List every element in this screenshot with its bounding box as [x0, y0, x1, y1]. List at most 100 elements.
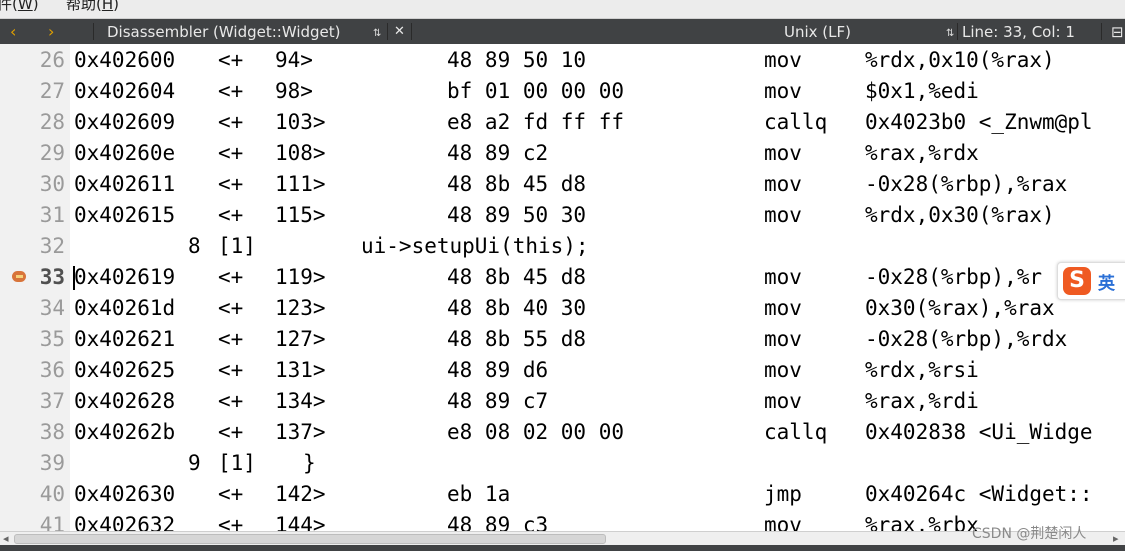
source-line-number: 8: [188, 234, 201, 258]
machine-code-bytes: 48 8b 45 d8: [447, 172, 587, 196]
code-line[interactable]: 31 0x402615 <+ 115> 48 89 50 30 mov %rdx,0x30(…: [0, 200, 1125, 231]
line-number[interactable]: 29: [0, 138, 65, 169]
line-number[interactable]: 37: [0, 386, 65, 417]
scrollbar-thumb[interactable]: [14, 534, 606, 544]
execution-marker-icon[interactable]: [12, 271, 26, 282]
source-file-ref: [1]: [218, 451, 256, 475]
instruction-address: 0x40260e: [74, 141, 176, 165]
machine-code-bytes: eb 1a: [447, 482, 511, 506]
toolbar-divider: [1101, 23, 1102, 40]
instruction-address: 0x402630: [74, 482, 176, 506]
operands: %rdx,0x30(%rax): [865, 203, 1055, 227]
mnemonic: mov: [764, 172, 802, 196]
line-number[interactable]: 33: [0, 262, 65, 293]
nav-forward-button[interactable]: ›: [48, 22, 54, 42]
ime-mode[interactable]: 英: [1098, 269, 1115, 294]
instruction-address: 0x402619: [74, 265, 176, 289]
code-line[interactable]: 38 0x40262b <+ 137> e8 08 02 00 00 callq 0x402…: [0, 417, 1125, 448]
instruction-address: 0x402628: [74, 389, 176, 413]
mnemonic: mov: [764, 203, 802, 227]
offset-value: 144>: [275, 513, 326, 531]
machine-code-bytes: e8 08 02 00 00: [447, 420, 625, 444]
bottom-panel-edge: [0, 545, 1125, 551]
operands: 0x4023b0 <_Znwm@pl: [865, 110, 1093, 134]
offset-value: 123>: [275, 296, 326, 320]
close-document-icon[interactable]: ✕: [394, 22, 405, 42]
offset-value: 137>: [275, 420, 326, 444]
code-line[interactable]: 37 0x402628 <+ 134> 48 89 c7 mov %rax,%rdi: [0, 386, 1125, 417]
offset-marker: <+: [218, 358, 244, 382]
code-line[interactable]: 40 0x402630 <+ 142> eb 1a jmp 0x40264c <Widget…: [0, 479, 1125, 510]
nav-back-button[interactable]: ‹: [10, 22, 16, 42]
line-number[interactable]: 30: [0, 169, 65, 200]
machine-code-bytes: 48 8b 40 30: [447, 296, 587, 320]
code-line[interactable]: 41 0x402632 <+ 144> 48 89 c3 mov %rax,%rbx: [0, 510, 1125, 531]
menu-file[interactable]: 文件(W): [0, 0, 39, 12]
code-line[interactable]: 32 8 [1] ui->setupUi(this);: [0, 231, 1125, 262]
line-number[interactable]: 28: [0, 107, 65, 138]
menu-bar: 文件(W) 帮助(H): [0, 0, 1125, 19]
document-dropdown-icon[interactable]: ⇅: [373, 24, 381, 44]
offset-marker: <+: [218, 203, 244, 227]
scroll-right-icon[interactable]: ▸: [1113, 532, 1119, 545]
code-line[interactable]: 34 0x40261d <+ 123> 48 8b 40 30 mov 0x30(%rax)…: [0, 293, 1125, 324]
code-line[interactable]: 36 0x402625 <+ 131> 48 89 d6 mov %rdx,%rsi: [0, 355, 1125, 386]
line-number[interactable]: 27: [0, 76, 65, 107]
line-number[interactable]: 40: [0, 479, 65, 510]
line-number[interactable]: 34: [0, 293, 65, 324]
code-line[interactable]: 39 9 [1]}: [0, 448, 1125, 479]
machine-code-bytes: 48 89 50 10: [447, 48, 587, 72]
disassembly-editor[interactable]: 26 0x402600 <+ 94> 48 89 50 10 mov %rdx,0x10(%…: [0, 44, 1125, 531]
line-number[interactable]: 38: [0, 417, 65, 448]
line-number[interactable]: 35: [0, 324, 65, 355]
document-selector[interactable]: Disassembler (Widget::Widget): [107, 22, 341, 42]
line-number[interactable]: 36: [0, 355, 65, 386]
code-line[interactable]: 33 0x402619 <+ 119> 48 8b 45 d8 mov -0x28(%rbp…: [0, 262, 1125, 293]
line-number[interactable]: 39: [0, 448, 65, 479]
code-line[interactable]: 29 0x40260e <+ 108> 48 89 c2 mov %rax,%rdx: [0, 138, 1125, 169]
scroll-left-icon[interactable]: ◂: [3, 532, 9, 545]
instruction-address: 0x40261d: [74, 296, 176, 320]
mnemonic: mov: [764, 265, 802, 289]
offset-value: 94>: [275, 48, 313, 72]
toolbar-divider: [387, 23, 388, 40]
line-number[interactable]: 41: [0, 510, 65, 531]
instruction-address: 0x402625: [74, 358, 176, 382]
mnemonic: jmp: [764, 482, 802, 506]
line-number[interactable]: 32: [0, 231, 65, 262]
offset-value: 127>: [275, 327, 326, 351]
operands: %rdx,%rsi: [865, 358, 979, 382]
mnemonic: mov: [764, 327, 802, 351]
offset-marker: <+: [218, 420, 244, 444]
split-icon[interactable]: ⊟: [1111, 22, 1124, 42]
code-line[interactable]: 26 0x402600 <+ 94> 48 89 50 10 mov %rdx,0x10(%…: [0, 45, 1125, 76]
code-line[interactable]: 30 0x402611 <+ 111> 48 8b 45 d8 mov -0x28(%rbp…: [0, 169, 1125, 200]
toolbar-divider: [411, 23, 412, 40]
cursor-position[interactable]: Line: 33, Col: 1: [962, 22, 1075, 42]
code-line[interactable]: 27 0x402604 <+ 98> bf 01 00 00 00 mov $0x1,%ed…: [0, 76, 1125, 107]
menu-help[interactable]: 帮助(H): [66, 0, 119, 12]
source-code: ui->setupUi(this);: [361, 234, 589, 258]
mnemonic: mov: [764, 141, 802, 165]
ime-indicator[interactable]: S 英: [1057, 262, 1125, 300]
machine-code-bytes: 48 89 50 30: [447, 203, 587, 227]
operands: 0x402838 <Ui_Widge: [865, 420, 1093, 444]
mnemonic: mov: [764, 48, 802, 72]
instruction-address: 0x402609: [74, 110, 176, 134]
source-line-number: 9: [188, 451, 201, 475]
watermark: CSDN @荆楚闲人: [972, 526, 1087, 542]
line-number[interactable]: 26: [0, 45, 65, 76]
line-number[interactable]: 31: [0, 200, 65, 231]
offset-marker: <+: [218, 79, 244, 103]
operands: -0x28(%rbp),%r: [865, 265, 1043, 289]
code-line[interactable]: 28 0x402609 <+ 103> e8 a2 fd ff ff callq 0x402…: [0, 107, 1125, 138]
line-ending-selector[interactable]: Unix (LF): [784, 22, 851, 42]
mnemonic: mov: [764, 389, 802, 413]
horizontal-scrollbar[interactable]: ◂ ▸: [0, 531, 1125, 545]
line-ending-dropdown-icon[interactable]: ⇅: [946, 24, 954, 44]
code-line[interactable]: 35 0x402621 <+ 127> 48 8b 55 d8 mov -0x28(%rbp…: [0, 324, 1125, 355]
mnemonic: callq: [764, 420, 828, 444]
operands: 0x40264c <Widget::: [865, 482, 1093, 506]
toolbar-divider: [957, 23, 958, 40]
operands: 0x30(%rax),%rax: [865, 296, 1055, 320]
